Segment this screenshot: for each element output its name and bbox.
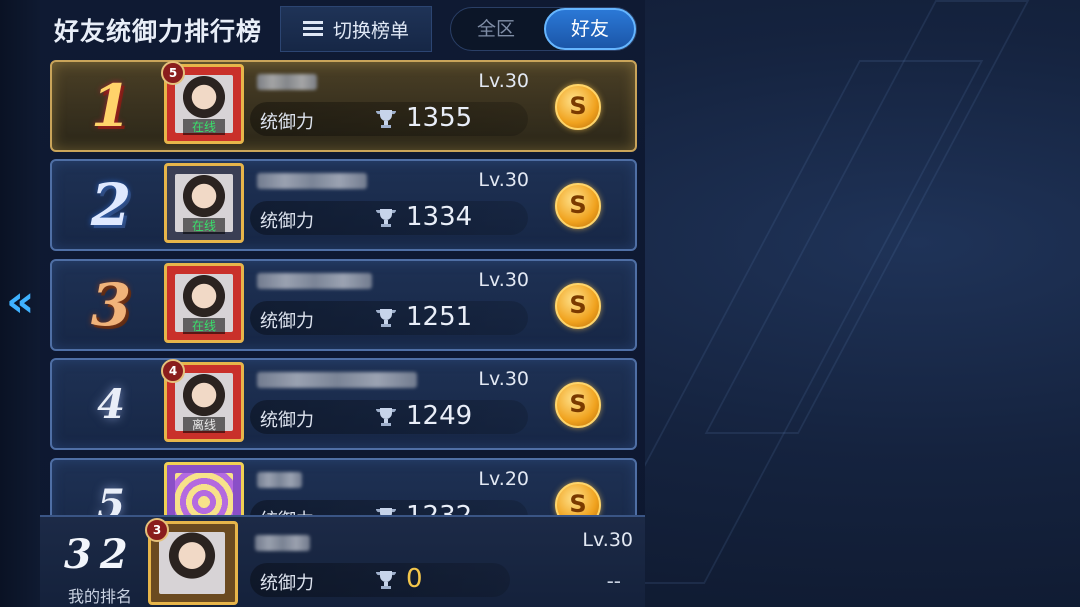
avatar-image: [159, 532, 225, 594]
status-badge: 离线: [183, 417, 225, 433]
player-name-blurred: [257, 273, 372, 289]
switch-board-button[interactable]: 切换榜单: [280, 6, 432, 52]
status-badge: 在线: [183, 218, 225, 234]
page-title: 好友统御力排行榜: [54, 17, 263, 46]
power-value: 0: [406, 564, 423, 594]
rank-badge: 4: [97, 380, 125, 428]
player-level: Lv.30: [478, 269, 529, 291]
gift-coin-icon[interactable]: S: [555, 183, 601, 229]
avatar[interactable]: 在线: [164, 263, 244, 343]
trophy-icon: [375, 209, 397, 227]
avatar[interactable]: 5 在线: [161, 61, 244, 144]
ranking-row[interactable]: 2 在线 Lv.30 统御力 1334 S: [50, 159, 637, 251]
gift-coin-icon[interactable]: S: [555, 382, 601, 428]
player-name-blurred: [255, 535, 310, 551]
avatar[interactable]: 3: [145, 518, 238, 605]
my-rank-number: 32: [64, 531, 136, 578]
ranking-row[interactable]: 4 4 离线 Lv.30 统御力 1249 S: [50, 358, 637, 450]
power-value: 1251: [406, 302, 473, 332]
player-level: Lv.30: [478, 70, 529, 92]
rank-badge: 3: [90, 271, 132, 339]
power-value: 1355: [406, 103, 473, 133]
player-level: Lv.20: [478, 468, 529, 490]
power-label: 统御力: [260, 573, 314, 594]
power-bar: 统御力 1355: [250, 102, 528, 136]
leaderboard-header: 好友统御力排行榜 切换榜单 全区 好友: [40, 0, 645, 56]
power-value: 1334: [406, 202, 473, 232]
switch-board-label: 切换榜单: [332, 19, 409, 42]
power-value: 1249: [406, 401, 473, 431]
power-label: 统御力: [260, 311, 314, 332]
power-label: 统御力: [260, 211, 314, 232]
power-label: 统御力: [260, 410, 314, 431]
player-name-blurred: [257, 173, 367, 189]
avatar[interactable]: 在线: [164, 163, 244, 243]
status-badge: 在线: [183, 119, 225, 135]
power-bar: 统御力 1334: [250, 201, 528, 235]
power-bar: 统御力 1249: [250, 400, 528, 434]
player-name-blurred: [257, 74, 317, 90]
ranking-row[interactable]: 3 在线 Lv.30 统御力 1251 S: [50, 259, 637, 351]
power-bar: 统御力 0: [250, 563, 510, 597]
gift-coin-icon[interactable]: S: [555, 283, 601, 329]
player-level: Lv.30: [582, 529, 633, 551]
power-label: 统御力: [260, 112, 314, 133]
rank-level-badge: 5: [161, 61, 185, 85]
trophy-icon: [375, 309, 397, 327]
rank-badge: 1: [90, 72, 132, 140]
player-level: Lv.30: [478, 368, 529, 390]
avatar[interactable]: 4 离线: [161, 359, 244, 442]
trophy-icon: [375, 110, 397, 128]
trophy-icon: [375, 571, 397, 589]
rank-level-badge: 3: [145, 518, 169, 542]
ranking-row[interactable]: 1 5 在线 Lv.30 统御力 1355 S: [50, 60, 637, 152]
my-rank-label: 我的排名: [68, 587, 133, 606]
my-rank-bar: 32 我的排名 3 Lv.30 统御力 0 --: [40, 515, 645, 607]
player-name-blurred: [257, 372, 417, 388]
gift-coin-icon[interactable]: S: [555, 84, 601, 130]
toggle-all-region[interactable]: 全区: [451, 8, 541, 50]
rank-level-badge: 4: [161, 359, 185, 383]
gift-unavailable: --: [606, 569, 621, 593]
power-bar: 统御力 1251: [250, 301, 528, 335]
list-icon: [302, 21, 323, 37]
rank-badge: 2: [90, 171, 132, 239]
player-name-blurred: [257, 472, 302, 488]
player-level: Lv.30: [478, 169, 529, 191]
scope-toggle: 全区 好友: [450, 7, 637, 51]
trophy-icon: [375, 408, 397, 426]
chevron-left-icon[interactable]: «: [6, 278, 36, 326]
leaderboard-panel: 好友统御力排行榜 切换榜单 全区 好友 1 5 在线 Lv.30 统御力 135…: [40, 0, 645, 607]
toggle-friends[interactable]: 好友: [544, 8, 636, 50]
status-badge: 在线: [183, 318, 225, 334]
